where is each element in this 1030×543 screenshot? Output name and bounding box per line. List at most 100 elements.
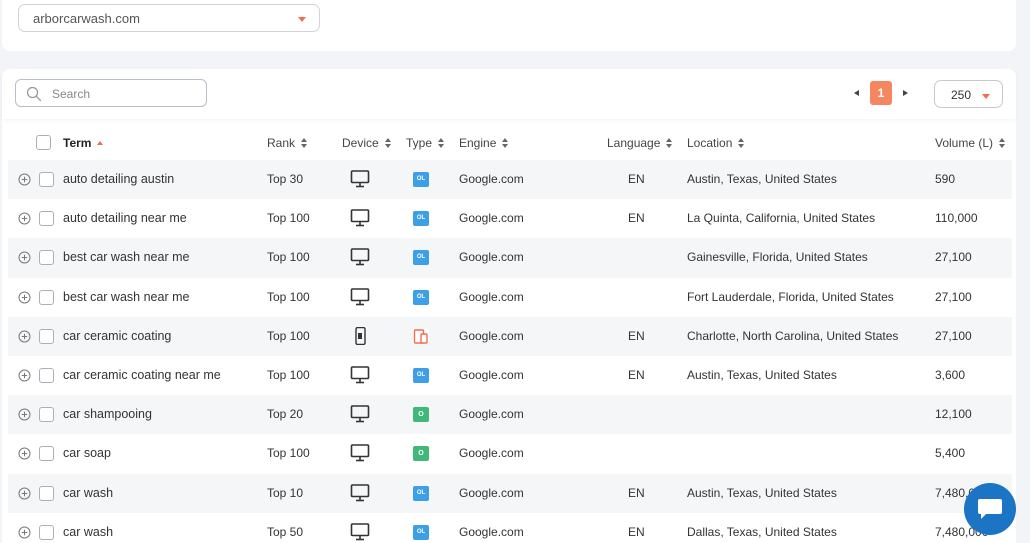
term-cell: auto detailing austin: [63, 172, 175, 186]
rank-cell: Top 100: [267, 211, 310, 226]
column-header-rank[interactable]: Rank: [267, 136, 308, 150]
column-header-location[interactable]: Location: [687, 136, 745, 150]
domain-select[interactable]: arborcarwash.com: [18, 4, 320, 32]
current-page-button[interactable]: 1: [870, 81, 892, 105]
expand-row-icon[interactable]: [18, 330, 31, 343]
engine-cell: Google.com: [459, 446, 524, 461]
sort-ascending-icon: [97, 141, 104, 145]
row-checkbox[interactable]: [39, 289, 54, 305]
table-header: Term Rank Device Type Engine Language Lo…: [2, 129, 1016, 157]
row-checkbox[interactable]: [39, 250, 54, 266]
table-row[interactable]: best car wash near me Top 100 OL Google.com…: [8, 238, 1012, 278]
expand-row-icon[interactable]: [18, 526, 31, 539]
column-header-volume[interactable]: Volume (L): [935, 136, 1006, 150]
table-row[interactable]: car wash Top 50 OL Google.com EN Dallas, Texa…: [8, 513, 1012, 543]
term-cell: car ceramic coating near me: [63, 367, 221, 382]
column-header-device[interactable]: Device: [342, 136, 392, 150]
expand-row-icon[interactable]: [18, 212, 31, 225]
engine-cell: Google.com: [459, 485, 524, 500]
type-mobile-icon: [413, 328, 429, 344]
engine-cell: Google.com: [459, 211, 524, 226]
table-row[interactable]: auto detailing near me Top 100 OL Google.co…: [8, 199, 1012, 238]
engine-cell: Google.com: [459, 328, 524, 343]
row-checkbox[interactable]: [39, 328, 54, 344]
location-cell: Charlotte, North Carolina, United States: [687, 328, 899, 343]
language-cell: EN: [628, 367, 645, 382]
row-checkbox[interactable]: [39, 407, 54, 423]
engine-cell: Google.com: [459, 524, 524, 539]
volume-cell: 110,000: [935, 211, 978, 226]
search-input[interactable]: [52, 85, 192, 103]
sort-icon: [301, 138, 308, 148]
row-checkbox[interactable]: [39, 524, 54, 540]
sort-icon: [384, 138, 392, 148]
expand-row-icon[interactable]: [18, 251, 31, 264]
table-row[interactable]: car soap Top 100 O Google.com 5,400: [8, 434, 1012, 473]
desktop-icon: [350, 405, 370, 423]
desktop-icon: [350, 248, 370, 266]
column-header-term[interactable]: Term: [63, 136, 104, 150]
sort-icon: [502, 138, 509, 148]
sort-icon: [738, 138, 745, 148]
sort-icon: [438, 138, 445, 148]
expand-row-icon[interactable]: [18, 291, 31, 304]
desktop-icon: [350, 366, 370, 384]
search-box[interactable]: [15, 79, 207, 107]
column-header-language[interactable]: Language: [607, 136, 673, 150]
rank-cell: Top 30: [267, 172, 304, 186]
table-row[interactable]: car wash Top 10 OL Google.com EN Austin, Texa…: [8, 473, 1012, 513]
expand-row-icon[interactable]: [18, 447, 31, 460]
column-header-engine[interactable]: Engine: [459, 136, 509, 150]
rank-cell: Top 100: [267, 328, 310, 343]
row-checkbox[interactable]: [39, 485, 54, 501]
mobile-icon: [350, 326, 370, 345]
volume-cell: 590: [935, 172, 956, 186]
desktop-icon: [350, 483, 370, 502]
page-size-select[interactable]: 250: [934, 80, 1003, 108]
location-cell: Austin, Texas, United States: [687, 172, 837, 186]
volume-cell: 5,400: [935, 446, 966, 461]
language-cell: EN: [628, 328, 645, 343]
type-badge: OL: [413, 172, 429, 187]
type-badge: OL: [413, 289, 429, 305]
engine-cell: Google.com: [459, 250, 524, 265]
row-checkbox[interactable]: [39, 211, 54, 227]
table-row[interactable]: auto detailing austin Top 30 OL Google.com E…: [8, 160, 1012, 200]
previous-page-icon[interactable]: [854, 90, 859, 96]
desktop-icon: [350, 444, 370, 462]
language-cell: EN: [628, 485, 645, 500]
chevron-down-icon: [298, 17, 306, 22]
desktop-icon: [350, 522, 370, 541]
table-row[interactable]: car ceramic coating near me Top 100 OL Goog…: [8, 356, 1012, 395]
sort-icon: [666, 138, 673, 148]
expand-row-icon[interactable]: [18, 487, 31, 500]
desktop-icon: [350, 209, 370, 227]
select-all-checkbox[interactable]: [36, 135, 51, 150]
table-row[interactable]: car shampooing Top 20 O Google.com 12,100: [8, 395, 1012, 435]
expand-row-icon[interactable]: [18, 369, 31, 382]
column-header-type[interactable]: Type: [406, 136, 445, 150]
term-cell: car wash: [63, 524, 114, 539]
expand-row-icon[interactable]: [18, 173, 31, 186]
expand-row-icon[interactable]: [18, 408, 31, 421]
type-badge: O: [413, 446, 429, 462]
volume-cell: 27,100: [935, 328, 972, 343]
type-badge: OL: [413, 524, 429, 540]
table-row[interactable]: best car wash near me Top 100 OL Google.com…: [8, 278, 1012, 317]
location-cell: La Quinta, California, United States: [687, 211, 876, 226]
type-badge: OL: [413, 211, 429, 227]
term-cell: car shampooing: [63, 407, 152, 422]
rank-cell: Top 10: [267, 485, 304, 500]
chat-button[interactable]: [964, 483, 1016, 535]
next-page-icon[interactable]: [903, 90, 908, 96]
rank-cell: Top 100: [267, 446, 310, 461]
engine-cell: Google.com: [459, 367, 524, 382]
term-cell: car ceramic coating: [63, 328, 172, 343]
term-cell: best car wash near me: [63, 289, 190, 304]
rank-cell: Top 100: [267, 367, 310, 382]
row-checkbox[interactable]: [39, 446, 54, 462]
row-checkbox[interactable]: [39, 172, 54, 187]
volume-cell: 12,100: [935, 407, 972, 422]
row-checkbox[interactable]: [39, 367, 54, 383]
table-row[interactable]: car ceramic coating Top 100 Google.com EN Ch…: [8, 316, 1012, 356]
